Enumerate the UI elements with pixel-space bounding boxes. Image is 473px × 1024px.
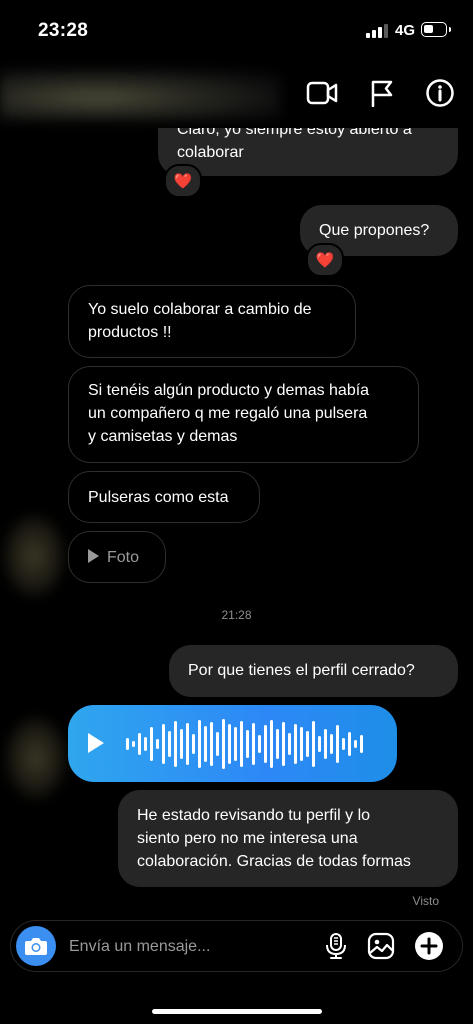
play-icon [88,549,99,563]
waveform-bar [180,728,183,759]
status-bar: 23:28 4G [0,0,473,60]
voice-play-icon[interactable] [88,733,104,753]
message-text: Que propones? [319,222,430,239]
message-bubble[interactable]: Yo suelo colaborar a cambio de productos… [68,285,356,358]
waveform-bar [222,718,225,769]
contact-avatar[interactable] [6,718,66,798]
voice-message[interactable] [68,705,397,782]
message-thread[interactable]: Claro, yo siempre estoy abierto a colabo… [0,128,473,914]
waveform-bar [336,724,339,763]
message-text: un compañero q me regaló una pulsera [88,405,368,422]
message-text: colaborar [177,144,244,161]
waveform-bar [132,740,135,747]
chat-header [0,60,473,128]
waveform-bar [294,723,297,764]
message-text: Claro, yo siempre estoy abierto a [177,128,412,138]
waveform-bar [204,725,207,762]
waveform-bar [348,731,351,756]
waveform-bar [150,726,153,761]
info-icon[interactable] [423,76,457,110]
camera-icon[interactable] [16,926,56,966]
heart-reaction[interactable]: ❤️ [306,243,344,277]
waveform-bar [330,733,333,754]
message-bubble[interactable]: He estado revisando tu perfil y lo sient… [118,790,458,887]
waveform-bar [186,722,189,765]
message-input[interactable] [67,933,271,961]
photo-label: Foto [107,549,140,566]
waveform-bar [306,730,309,757]
waveform-bar [192,733,195,754]
microphone-icon[interactable] [321,931,351,961]
clock: 23:28 [38,20,89,41]
photo-message[interactable]: Foto [68,531,166,583]
waveform-bar [252,722,255,765]
message-bubble[interactable]: Pulseras como esta [68,471,260,523]
gallery-icon[interactable] [366,931,396,961]
message-text: colaboración. Gracias de todas formas [137,853,411,870]
waveform-bar [216,731,219,756]
waveform-bar [354,739,357,748]
message-text: He estado revisando tu perfil y lo [137,807,371,824]
message-bubble[interactable]: Si tenéis algún producto y demas había u… [68,366,419,463]
waveform-bar [324,728,327,759]
message-text: Por que tienes el perfil cerrado? [188,662,415,679]
waveform-bar [288,732,291,755]
home-indicator[interactable] [152,1009,322,1014]
waveform-bar [168,730,171,757]
message-text: Si tenéis algún producto y demas había [88,382,370,399]
message-text: y camisetas y demas [88,428,238,445]
message-text: Yo suelo colaborar a cambio de [88,301,312,318]
waveform-bar [264,724,267,763]
network-type: 4G [395,22,416,39]
message-timestamp: 21:28 [221,608,252,622]
message-text: productos !! [88,324,172,341]
waveform-bar [138,732,141,755]
audio-waveform[interactable] [126,715,386,772]
waveform-bar [156,738,159,749]
message-bubble[interactable]: Claro, yo siempre estoy abierto a colabo… [158,128,458,176]
message-text: siento pero no me interesa una [137,830,358,847]
waveform-bar [318,735,321,752]
heart-reaction[interactable]: ❤️ [164,164,202,198]
waveform-bar [198,719,201,768]
message-text: Pulseras como esta [88,489,229,506]
seen-indicator: Visto [412,894,439,908]
waveform-bar [246,729,249,758]
waveform-bar [162,723,165,764]
waveform-bar [126,737,129,750]
waveform-bar [282,721,285,766]
signal-strength-icon [366,24,388,38]
waveform-bar [174,720,177,767]
waveform-bar [228,723,231,764]
waveform-bar [276,728,279,759]
waveform-bar [270,719,273,768]
message-composer [10,920,463,972]
waveform-bar [342,737,345,750]
video-call-icon[interactable] [305,76,339,110]
waveform-bar [234,726,237,761]
contact-avatar[interactable] [4,516,64,596]
waveform-bar [312,720,315,767]
waveform-bar [210,721,213,766]
report-flag-icon[interactable] [365,76,399,110]
add-icon[interactable] [414,931,444,961]
waveform-bar [240,720,243,767]
waveform-bar [360,734,363,753]
message-bubble[interactable]: Por que tienes el perfil cerrado? [169,645,458,697]
waveform-bar [300,726,303,761]
contact-profile-blurred[interactable] [0,70,280,120]
battery-icon [421,22,451,37]
waveform-bar [258,734,261,753]
waveform-bar [144,736,147,751]
